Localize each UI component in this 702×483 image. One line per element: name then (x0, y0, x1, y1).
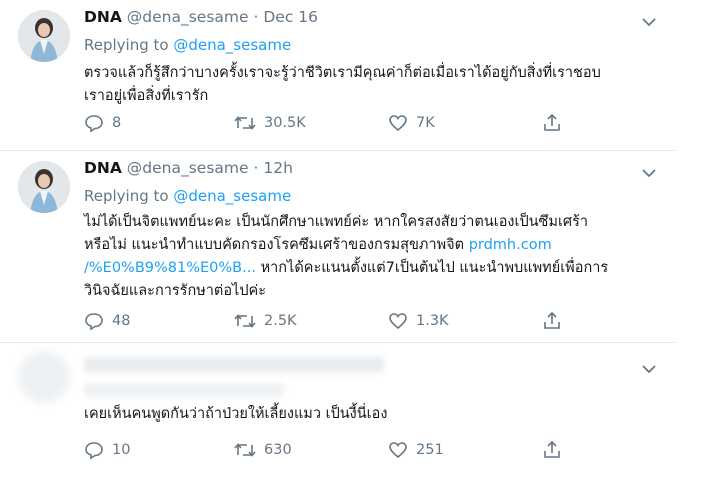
user-handle[interactable]: @dena_sesame (127, 8, 249, 26)
retweet-count: 30.5K (264, 115, 306, 131)
tweet-actions: 48 2.5K 1.3K (84, 311, 604, 335)
tweet-1[interactable]: DNA @dena_sesame · Dec 16 Replying to @d… (0, 0, 676, 151)
reply-count: 10 (112, 442, 131, 458)
reply-count: 48 (112, 313, 131, 329)
chevron-down-icon[interactable] (642, 359, 656, 378)
reply-count: 8 (112, 115, 122, 131)
tweet-3[interactable]: เคยเห็นคนพูดกันว่าถ้าป่วยให้เลี้ยงแมว เป… (0, 343, 676, 483)
like-button[interactable]: 7K (388, 113, 435, 133)
share-icon (544, 311, 560, 329)
share-button[interactable] (542, 440, 562, 460)
tweet-header: DNA @dena_sesame · Dec 16 (84, 8, 318, 26)
retweet-icon (234, 314, 256, 328)
tweet-actions: 8 30.5K 7K (84, 113, 604, 137)
share-icon (544, 113, 560, 131)
avatar-blurred[interactable] (18, 351, 70, 403)
retweet-button[interactable]: 2.5K (234, 311, 297, 331)
tweet-2[interactable]: DNA @dena_sesame · 12h Replying to @dena… (0, 151, 676, 343)
reply-icon (85, 115, 103, 133)
tweet-text-line: ไม่ได้เป็นจิตแพทย์นะคะ เป็นนักศึกษาแพทย์… (84, 214, 589, 230)
retweet-button[interactable]: 630 (234, 440, 292, 460)
author-blurred (84, 357, 384, 373)
tweet-url-link[interactable]: prdmh.com (469, 237, 552, 253)
tweet-text-line: เราอยู่เพื่อสิ่งที่เรารัก (84, 88, 209, 104)
tweet-text-line: วินิจฉัยและการรักษาต่อไปค่ะ (84, 283, 267, 299)
replying-to: Replying to @dena_sesame (84, 36, 291, 54)
separator-dot: · (253, 159, 259, 177)
heart-icon (389, 442, 407, 459)
replying-to-link[interactable]: @dena_sesame (173, 36, 291, 54)
share-button[interactable] (542, 311, 562, 331)
retweet-button[interactable]: 30.5K (234, 113, 306, 133)
like-count: 7K (416, 115, 435, 131)
retweet-icon (234, 443, 256, 457)
share-icon (544, 440, 560, 458)
reply-button[interactable]: 48 (84, 311, 130, 331)
tweet-url-link-continued[interactable]: /%E0%B9%81%E0%B... (84, 260, 256, 276)
display-name[interactable]: DNA (84, 159, 122, 177)
tweet-text-segment: หรือไม่ แนะนำทำแบบคัดกรองโรคซึมเศร้าของก… (84, 237, 465, 253)
tweet-actions: 10 630 251 (84, 440, 604, 464)
share-button[interactable] (542, 113, 562, 133)
display-name[interactable]: DNA (84, 8, 122, 26)
like-count: 251 (416, 442, 444, 458)
chevron-down-icon[interactable] (642, 12, 656, 31)
replying-to-link[interactable]: @dena_sesame (173, 187, 291, 205)
avatar[interactable] (18, 10, 70, 62)
like-button[interactable]: 251 (388, 440, 444, 460)
timestamp[interactable]: Dec 16 (263, 8, 318, 26)
replying-to-blurred (84, 383, 284, 397)
tweet-text-line: เคยเห็นคนพูดกันว่าถ้าป่วยให้เลี้ยงแมว เป… (84, 406, 388, 422)
retweet-icon (234, 116, 256, 130)
tweet-text-line: /%E0%B9%81%E0%B... หากได้คะแนนตั้งแต่7เป… (84, 257, 664, 280)
reply-button[interactable]: 8 (84, 113, 121, 133)
reply-button[interactable]: 10 (84, 440, 130, 460)
tweet-text: ไม่ได้เป็นจิตแพทย์นะคะ เป็นนักศึกษาแพทย์… (84, 211, 664, 303)
replying-to: Replying to @dena_sesame (84, 187, 291, 205)
tweet-text-line: หรือไม่ แนะนำทำแบบคัดกรองโรคซึมเศร้าของก… (84, 234, 664, 257)
like-count: 1.3K (416, 313, 449, 329)
timestamp[interactable]: 12h (263, 159, 293, 177)
tweet-text: ตรวจแล้วก็รู้สึกว่าบางครั้งเราจะรู้ว่าชี… (84, 62, 664, 108)
tweet-text-segment: หากได้คะแนนตั้งแต่7เป็นต้นไป แนะนำพบแพทย… (260, 260, 609, 276)
tweet-header: DNA @dena_sesame · 12h (84, 159, 293, 177)
tweet-text: เคยเห็นคนพูดกันว่าถ้าป่วยให้เลี้ยงแมว เป… (84, 403, 664, 426)
avatar[interactable] (18, 161, 70, 213)
like-button[interactable]: 1.3K (388, 311, 449, 331)
tweet-text-line: ตรวจแล้วก็รู้สึกว่าบางครั้งเราจะรู้ว่าชี… (84, 65, 601, 81)
separator-dot: · (253, 8, 259, 26)
user-handle[interactable]: @dena_sesame (127, 159, 249, 177)
replying-to-prefix: Replying to (84, 36, 169, 54)
reply-icon (85, 442, 103, 460)
replying-to-prefix: Replying to (84, 187, 169, 205)
retweet-count: 630 (264, 442, 292, 458)
heart-icon (389, 313, 407, 330)
retweet-count: 2.5K (264, 313, 297, 329)
heart-icon (389, 115, 407, 132)
chevron-down-icon[interactable] (642, 163, 656, 182)
reply-icon (85, 313, 103, 331)
